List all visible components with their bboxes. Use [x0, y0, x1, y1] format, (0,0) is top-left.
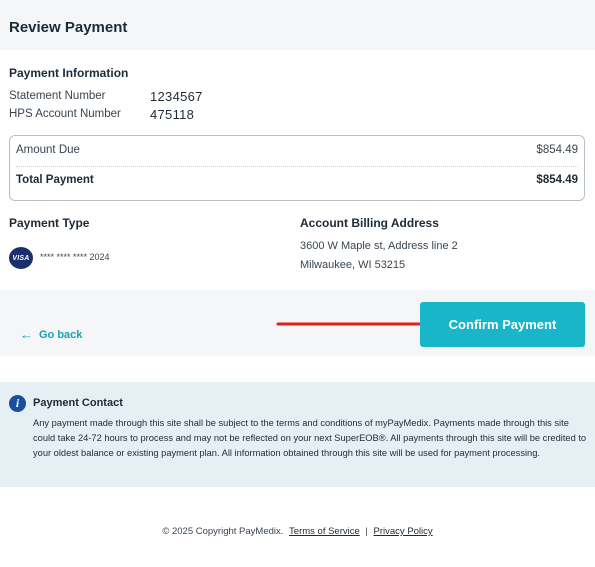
billing-address-line1: 3600 W Maple st, Address line 2	[300, 240, 458, 252]
billing-address-heading: Account Billing Address	[300, 216, 439, 230]
total-payment-label: Total Payment	[16, 174, 94, 186]
amount-due-value: $854.49	[536, 144, 578, 156]
payment-information-heading: Payment Information	[9, 66, 129, 80]
privacy-policy-link[interactable]: Privacy Policy	[374, 526, 433, 537]
amount-due-row: Amount Due $854.49	[16, 144, 578, 156]
statement-number-label: Statement Number	[9, 90, 106, 102]
copyright-text: © 2025 Copyright PayMedix.	[162, 526, 284, 537]
card-number: **** **** **** 2024	[40, 252, 110, 262]
payment-type-heading: Payment Type	[9, 216, 90, 230]
amount-due-label: Amount Due	[16, 144, 80, 156]
total-payment-row: Total Payment $854.49	[16, 174, 578, 186]
billing-address-line2: Milwaukee, WI 53215	[300, 259, 406, 271]
info-icon: i	[9, 395, 26, 412]
statement-number-value: 1234567	[150, 89, 203, 104]
payment-contact-text: Any payment made through this site shall…	[33, 418, 587, 458]
go-back-label: Go back	[39, 328, 83, 341]
confirm-payment-button[interactable]: Confirm Payment	[420, 302, 585, 347]
amount-summary-box: Amount Due $854.49 Total Payment $854.49	[9, 135, 585, 201]
terms-of-service-link[interactable]: Terms of Service	[289, 526, 360, 537]
payment-contact-heading: Payment Contact	[33, 397, 123, 409]
arrow-left-icon: ←	[20, 327, 33, 342]
go-back-link[interactable]: ← Go back	[20, 327, 82, 342]
page-title: Review Payment	[9, 19, 128, 36]
hps-account-number-label: HPS Account Number	[9, 108, 121, 120]
visa-card-icon: VISA	[9, 247, 33, 269]
hps-account-number-value: 475118	[150, 107, 195, 122]
footer-separator: |	[365, 526, 368, 537]
footer: © 2025 Copyright PayMedix. Terms of Serv…	[0, 526, 595, 537]
total-payment-value: $854.49	[536, 174, 578, 186]
amount-divider	[16, 166, 578, 167]
page-header: Review Payment	[0, 0, 595, 50]
